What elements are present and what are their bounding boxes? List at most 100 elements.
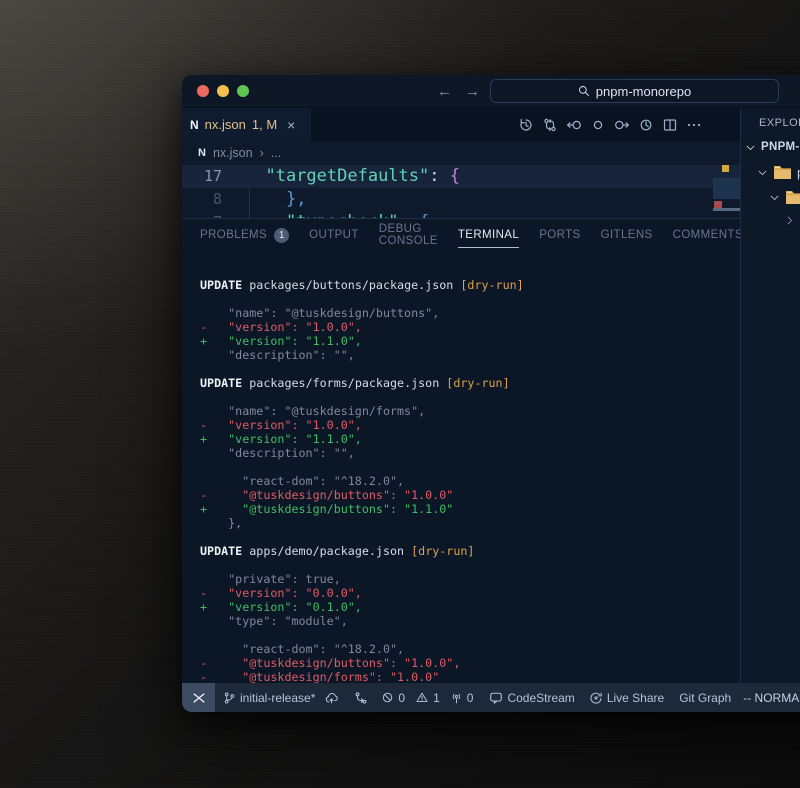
editor-pane[interactable]: 17 "targetDefaults": {8 },7 "typecheck":… (182, 165, 740, 218)
terminal-line (200, 292, 740, 306)
tab-label: nx.json (205, 117, 246, 132)
tab-close-icon[interactable]: × (287, 117, 295, 133)
folder-item[interactable]: packages (757, 165, 800, 180)
terminal-line: + "version": "1.1.0", (200, 432, 740, 446)
breadcrumb[interactable]: N nx.json › ... (182, 141, 740, 165)
panel-tab-terminal[interactable]: TERMINAL (458, 219, 519, 251)
problems-status[interactable]: 0 1 (381, 691, 439, 705)
zoom-window-button[interactable] (237, 85, 249, 97)
nav-back-icon[interactable]: ← (437, 83, 452, 100)
nx-logo-icon: N (190, 118, 199, 132)
panel-tab-label: GITLENS (601, 229, 653, 241)
folder-icon (785, 190, 800, 205)
terminal-line: + "version": "1.1.0", (200, 334, 740, 348)
terminal-line: UPDATE apps/demo/package.json [dry-run] (200, 544, 740, 558)
split-editor-icon[interactable] (662, 117, 678, 133)
terminal-line: + "@tuskdesign/buttons": "1.1.0" (200, 502, 740, 516)
chevron-right-icon (784, 215, 795, 226)
breadcrumb-file[interactable]: nx.json (213, 146, 253, 160)
minimap-slider[interactable] (713, 178, 740, 199)
broadcast-status[interactable]: 0 (450, 691, 474, 705)
code-text: "typecheck": { (245, 211, 429, 218)
git-merge-status[interactable] (354, 691, 368, 705)
code-line[interactable]: 8 }, (182, 188, 740, 211)
branch-name: initial-release* (240, 691, 315, 705)
vscode-window: ← → pnpm-monorepo N nx.json 1, M × (182, 75, 800, 712)
remote-icon (192, 691, 206, 705)
folder-item[interactable] (769, 190, 800, 205)
minimap-viewport-line (713, 208, 740, 211)
code-line[interactable]: 7 "typecheck": { (182, 211, 740, 218)
next-change-icon[interactable] (614, 117, 630, 133)
terminal-line: - "version": "1.0.0", (200, 320, 740, 334)
code-line[interactable]: 17 "targetDefaults": { (182, 165, 740, 188)
line-number: 7 (182, 211, 229, 218)
problems-count-badge: 1 (274, 228, 289, 243)
vim-mode-status: -- NORMAL -- (743, 691, 800, 705)
terminal-line: - "version": "1.0.0", (200, 418, 740, 432)
terminal-output[interactable]: UPDATE packages/buttons/package.json [dr… (182, 251, 740, 683)
nav-forward-icon[interactable]: → (465, 83, 480, 100)
git-merge-icon (354, 691, 368, 705)
panel-tab-label: TERMINAL (458, 229, 519, 241)
panel-tab-problems[interactable]: PROBLEMS1 (200, 219, 289, 251)
terminal-line: }, (200, 516, 740, 530)
workspace-root-label: PNPM-MONOREPO (761, 141, 800, 153)
git-branch-status[interactable]: initial-release* (223, 691, 339, 705)
tab-badge: 1, M (252, 117, 277, 132)
broadcast-count: 0 (467, 691, 474, 705)
terminal-line: "description": "", (200, 348, 740, 362)
folder-icon (773, 165, 792, 180)
breadcrumb-separator-icon: › (260, 146, 264, 160)
panel-tab-label: DEBUG CONSOLE (379, 223, 438, 247)
git-graph-label: Git Graph (679, 691, 731, 705)
terminal-line: UPDATE packages/forms/package.json [dry-… (200, 376, 740, 390)
panel-tab-output[interactable]: OUTPUT (309, 219, 359, 251)
git-graph-status[interactable]: Git Graph (679, 691, 731, 705)
remote-indicator[interactable] (182, 683, 215, 712)
panel-tab-ports[interactable]: PORTS (539, 219, 580, 251)
broadcast-tower-icon (450, 691, 463, 705)
title-bar: ← → pnpm-monorepo (182, 75, 800, 108)
minimap-warning-mark (722, 165, 729, 172)
warning-count: 1 (433, 691, 440, 705)
tree-item-partial[interactable] (784, 215, 795, 226)
tab-nx-json[interactable]: N nx.json 1, M × (182, 108, 311, 141)
terminal-line: "react-dom": "^18.2.0", (200, 642, 740, 656)
chevron-down-icon (769, 192, 780, 203)
line-number: 8 (182, 188, 229, 211)
prev-change-icon[interactable] (566, 117, 582, 133)
panel-tab-bar: PROBLEMS1 OUTPUT DEBUG CONSOLE TERMINAL PORT… (182, 219, 740, 251)
close-window-button[interactable] (197, 85, 209, 97)
editor-tab-bar: N nx.json 1, M × (182, 108, 740, 141)
live-share-status[interactable]: Live Share (589, 691, 664, 705)
minimize-window-button[interactable] (217, 85, 229, 97)
codestream-status[interactable]: CodeStream (489, 691, 574, 705)
chevron-down-icon (757, 167, 768, 178)
live-share-label: Live Share (607, 691, 664, 705)
run-clock-icon[interactable] (638, 117, 654, 133)
terminal-line: "description": "", (200, 446, 740, 460)
breadcrumb-more[interactable]: ... (271, 146, 281, 160)
panel-tab-gitlens[interactable]: GITLENS (601, 219, 653, 251)
current-change-icon[interactable] (590, 117, 606, 133)
command-center-search[interactable]: pnpm-monorepo (490, 79, 779, 103)
terminal-line: - "@tuskdesign/buttons": "1.0.0" (200, 488, 740, 502)
timeline-history-icon[interactable] (518, 117, 534, 133)
workspace-root-item[interactable]: PNPM-MONOREPO (745, 141, 800, 153)
cloud-upload-icon[interactable] (324, 691, 339, 705)
minimap[interactable] (713, 165, 740, 218)
vim-mode-label: -- NORMAL -- (743, 691, 800, 705)
editor-actions (518, 108, 702, 141)
bottom-panel: PROBLEMS1 OUTPUT DEBUG CONSOLE TERMINAL PORT… (182, 218, 740, 683)
panel-tab-debug-console[interactable]: DEBUG CONSOLE (379, 219, 438, 251)
terminal-line: - "@tuskdesign/forms": "1.0.0" (200, 670, 740, 683)
git-compare-icon[interactable] (542, 117, 558, 133)
codestream-icon (489, 691, 503, 705)
codestream-label: CodeStream (507, 691, 574, 705)
terminal-line (200, 530, 740, 544)
more-actions-icon[interactable] (686, 117, 702, 133)
panel-tab-comments[interactable]: COMMENTS (673, 219, 743, 251)
terminal-line: + "version": "0.1.0", (200, 600, 740, 614)
indent-guide (249, 211, 250, 218)
